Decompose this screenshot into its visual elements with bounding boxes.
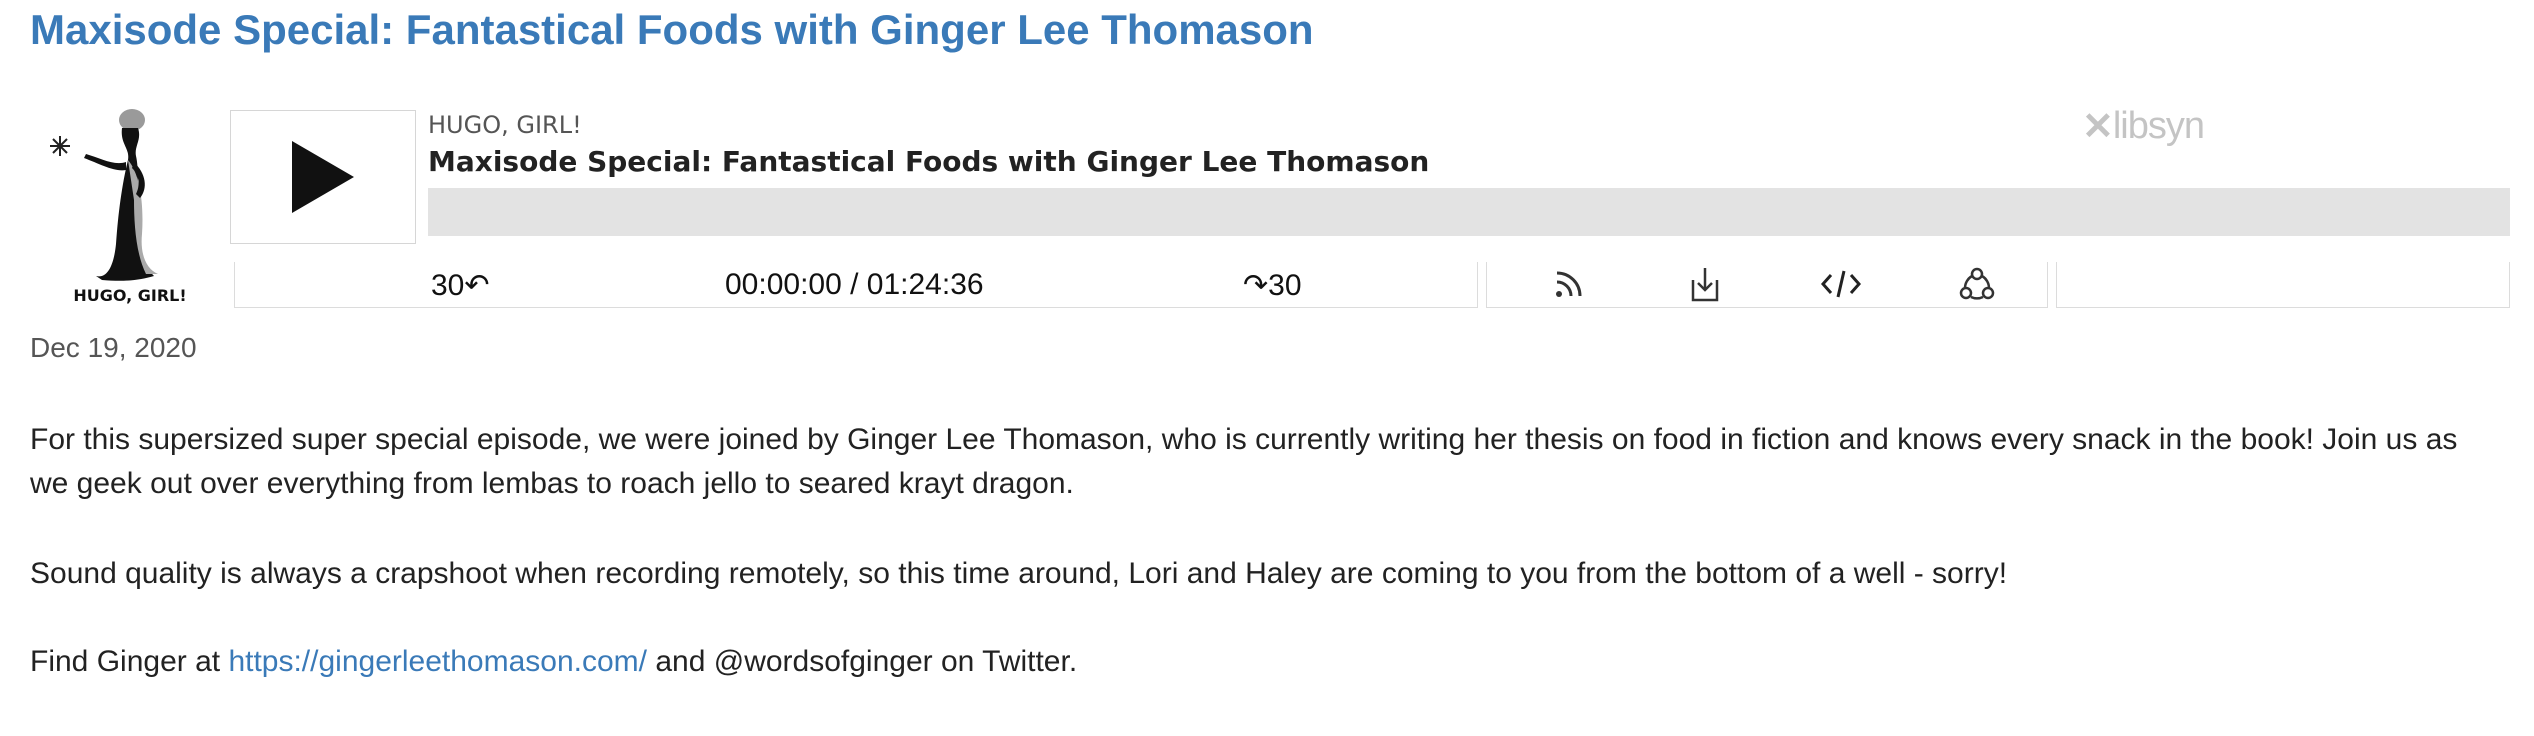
progress-bar[interactable] (428, 188, 2510, 236)
embed-icon[interactable] (1819, 264, 1863, 304)
share-icon[interactable] (1955, 264, 1999, 304)
download-icon[interactable] (1683, 264, 1727, 304)
album-art: HUGO, GIRL! (30, 104, 230, 310)
libsyn-x-icon: ✕ (2082, 105, 2114, 148)
playback-controls: 30↶ 00:00:00 / 01:24:36 ↷30 (234, 262, 1478, 308)
ginger-website-link[interactable]: https://gingerleethomason.com/ (228, 645, 647, 678)
play-icon (292, 141, 354, 213)
post-title[interactable]: Maxisode Special: Fantastical Foods with… (30, 2, 1314, 58)
play-button[interactable] (230, 110, 416, 244)
twitter-handle-text: and @wordsofginger on Twitter. (647, 645, 1078, 678)
album-art-label: HUGO, GIRL! (73, 286, 187, 305)
episode-title: Maxisode Special: Fantastical Foods with… (428, 145, 1430, 178)
podcast-player: HUGO, GIRL! HUGO, GIRL! Maxisode Special… (30, 104, 2510, 310)
rss-icon[interactable] (1547, 264, 1591, 304)
time-display: 00:00:00 / 01:24:36 (725, 268, 984, 301)
description-paragraph-1: For this supersized super special episod… (30, 423, 2458, 500)
description-paragraph-3: Find Ginger at https://gingerleethomason… (30, 640, 2500, 684)
find-ginger-text: Find Ginger at (30, 645, 229, 678)
description-paragraph-2: Sound quality is always a crapshoot when… (30, 557, 2008, 590)
action-icons (1486, 262, 2048, 308)
skip-back-button[interactable]: 30↶ (431, 268, 490, 303)
brand-box (2056, 262, 2510, 308)
skip-forward-button[interactable]: ↷30 (1243, 268, 1302, 303)
post-date: Dec 19, 2020 (30, 332, 197, 363)
libsyn-wordmark: libsyn (2112, 104, 2205, 147)
libsyn-logo[interactable]: ✕ libsyn (2082, 104, 2222, 148)
player-controls: 30↶ 00:00:00 / 01:24:36 ↷30 (234, 262, 2510, 308)
show-name: HUGO, GIRL! (428, 111, 582, 139)
